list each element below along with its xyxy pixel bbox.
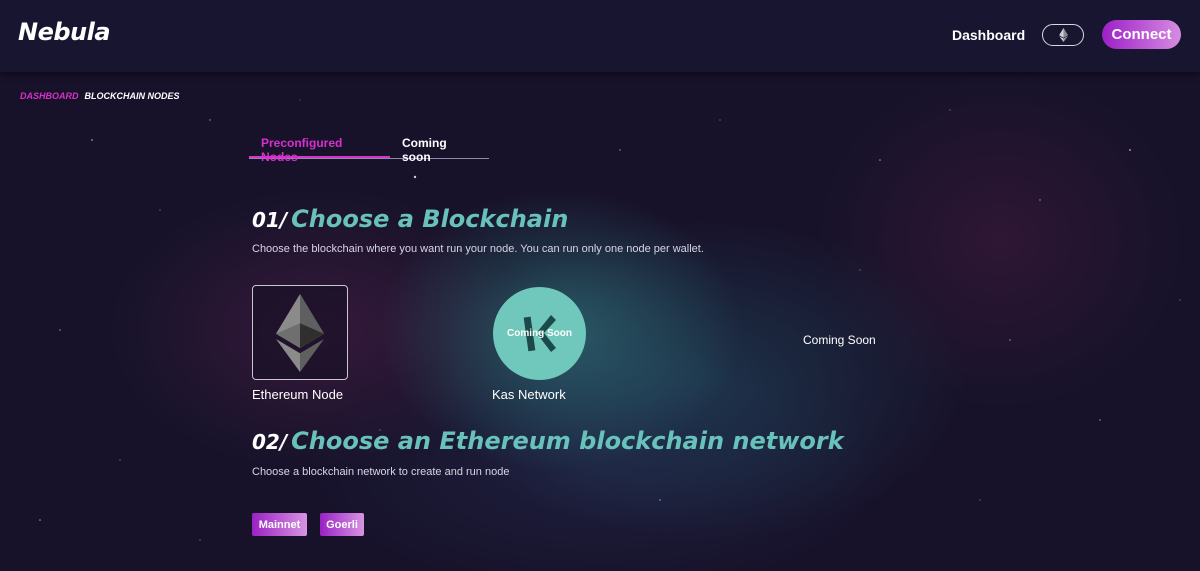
step-2-title: Choose an Ethereum blockchain network xyxy=(291,427,844,455)
network-selector[interactable] xyxy=(1042,24,1084,46)
goerli-button[interactable]: Goerli xyxy=(320,513,364,536)
step-1-description: Choose the blockchain where you want run… xyxy=(252,243,704,255)
node-tabs: Preconfigured Nodes Coming soon xyxy=(249,128,489,164)
breadcrumb: DASHBOARD BLOCKCHAIN NODES xyxy=(20,91,180,101)
step-1-number: 01/ xyxy=(252,208,288,232)
kas-coming-soon-overlay: Coming Soon xyxy=(507,328,572,339)
kas-network-card[interactable]: Coming Soon xyxy=(493,287,586,380)
nebula-logo[interactable]: Nebula xyxy=(18,18,111,46)
third-chain-coming-soon: Coming Soon xyxy=(803,333,876,347)
ethereum-node-label: Ethereum Node xyxy=(252,387,344,402)
step-1-heading: 01/Choose a Blockchain xyxy=(252,205,568,233)
ethereum-icon xyxy=(276,293,324,372)
mainnet-button[interactable]: Mainnet xyxy=(252,513,307,536)
starfield-background xyxy=(39,99,1181,541)
nav-dashboard-link[interactable]: Dashboard xyxy=(952,27,1025,43)
step-2-heading: 02/Choose an Ethereum blockchain network xyxy=(252,427,844,455)
step-1-title: Choose a Blockchain xyxy=(291,205,569,233)
ethereum-icon xyxy=(1058,28,1068,42)
connect-button[interactable]: Connect xyxy=(1102,20,1181,49)
ethereum-node-card[interactable] xyxy=(252,285,348,380)
step-2-description: Choose a blockchain network to create an… xyxy=(252,466,510,478)
kas-network-label: Kas Network xyxy=(492,387,566,402)
step-2-number: 02/ xyxy=(252,430,288,454)
top-navbar: Nebula Dashboard Connect xyxy=(0,0,1200,72)
tab-preconfigured-nodes[interactable]: Preconfigured Nodes xyxy=(249,128,390,164)
breadcrumb-blockchain-nodes: BLOCKCHAIN NODES xyxy=(84,91,180,101)
breadcrumb-dashboard[interactable]: DASHBOARD xyxy=(20,91,79,101)
tab-coming-soon[interactable]: Coming soon xyxy=(390,128,489,164)
